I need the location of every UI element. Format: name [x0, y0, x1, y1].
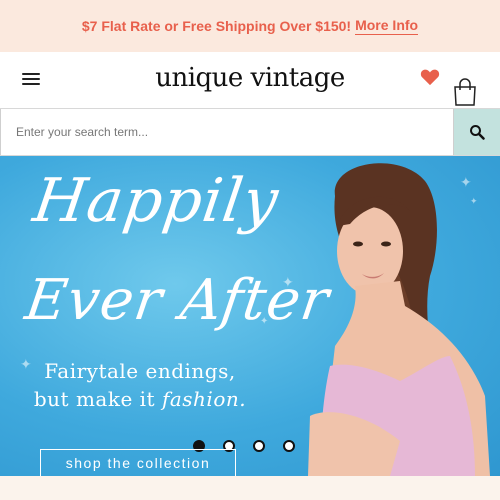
shopping-bag-icon[interactable]: [453, 78, 477, 106]
heart-icon[interactable]: [420, 68, 440, 86]
search-bar: [0, 108, 500, 156]
carousel-dot-3[interactable]: [253, 440, 265, 452]
hero-headline-line2: Ever After: [21, 268, 334, 333]
promo-banner: $7 Flat Rate or Free Shipping Over $150!…: [0, 0, 500, 52]
site-header: unique vintage: [0, 52, 500, 108]
hero-headline-line1: Happily: [29, 166, 284, 236]
hero-tagline-line2: but make it fashion.: [0, 387, 280, 411]
promo-text: $7 Flat Rate or Free Shipping Over $150!: [81, 18, 352, 34]
carousel-dot-4[interactable]: [283, 440, 295, 452]
hero-tagline-emphasis: fashion.: [161, 387, 247, 411]
search-input[interactable]: [0, 109, 454, 155]
hero-tagline-line1: Fairytale endings,: [44, 359, 236, 383]
shop-collection-button[interactable]: shop the collection: [40, 449, 236, 476]
search-icon: [470, 125, 485, 140]
hero-banner[interactable]: ✦ ✦ ✦ ✦ ✦ Happily Ever After Fairytale e…: [0, 156, 500, 476]
more-info-link[interactable]: More Info: [355, 17, 419, 35]
hero-tagline-prefix: but make it: [33, 387, 156, 411]
search-button[interactable]: [454, 109, 500, 155]
